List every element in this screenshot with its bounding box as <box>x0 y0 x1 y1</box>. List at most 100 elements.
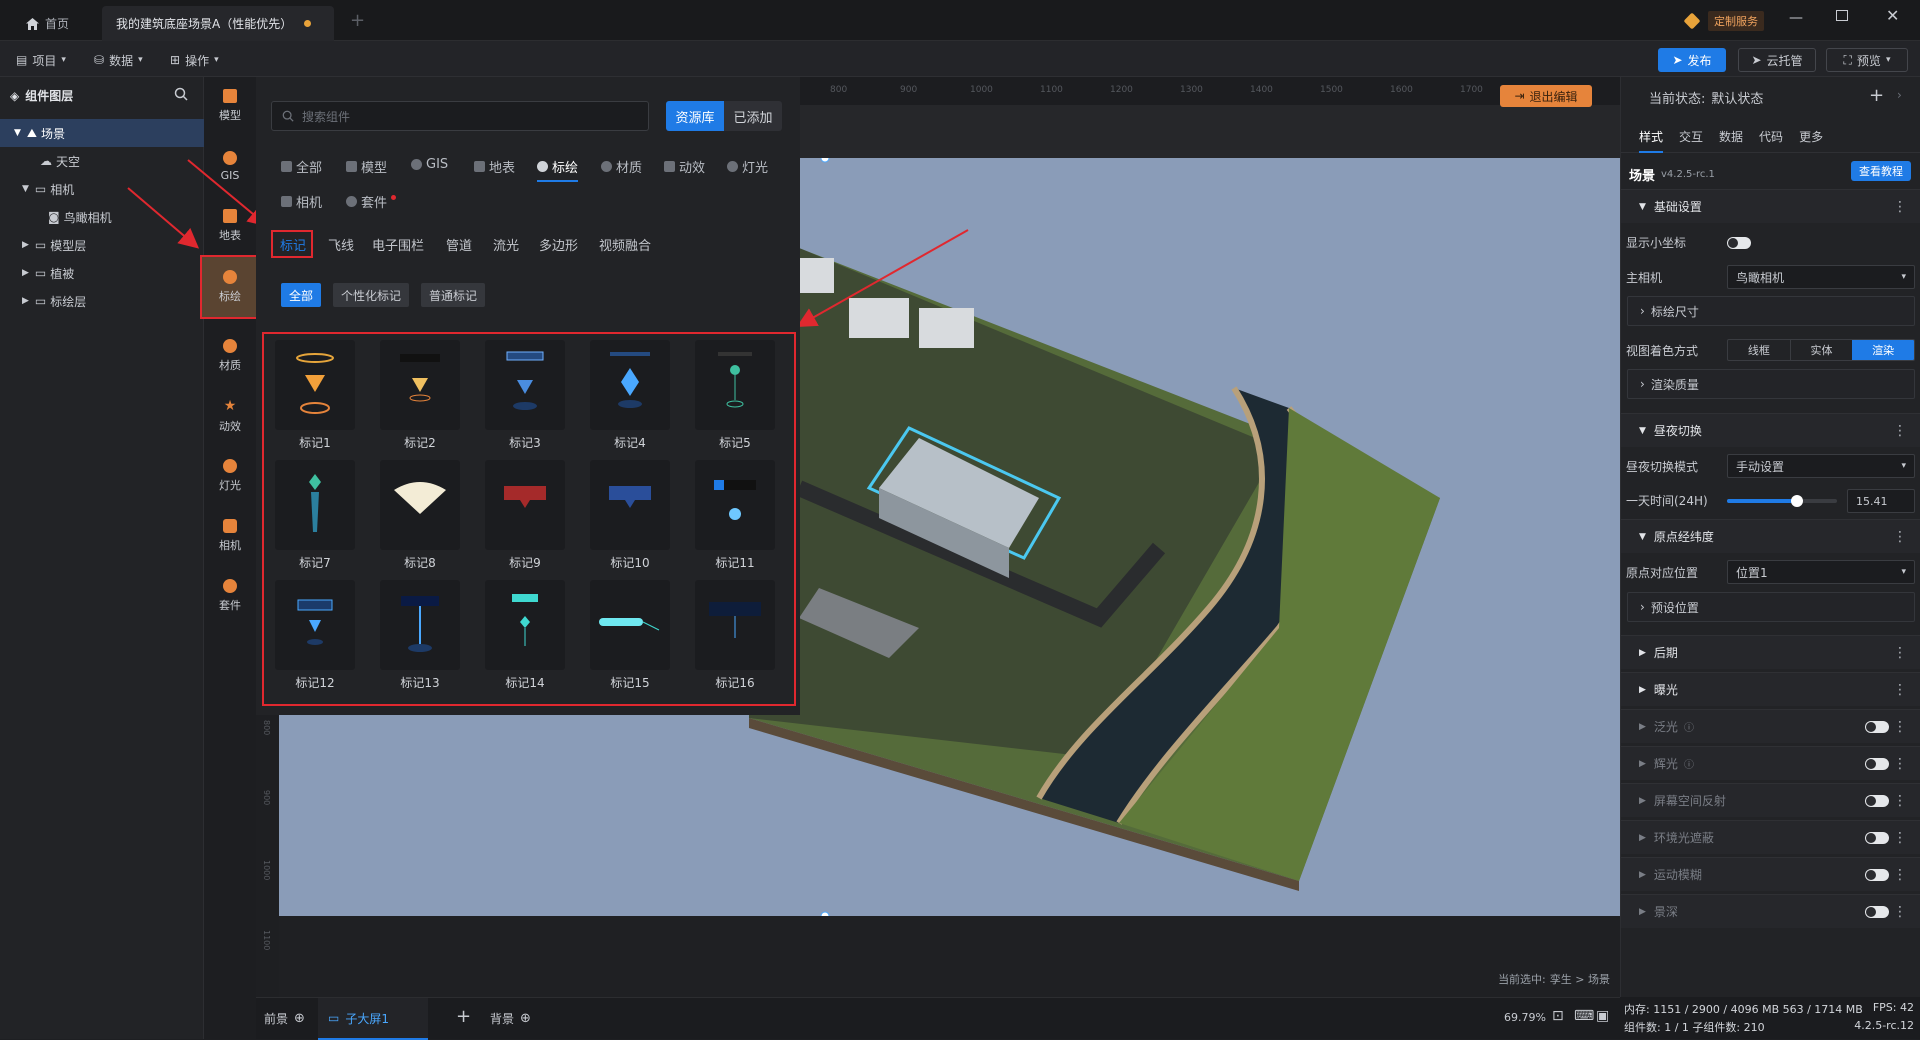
more-icon[interactable]: ⋮ <box>1893 645 1907 661</box>
marker-card[interactable]: 标记9 <box>480 460 570 576</box>
rail-effect[interactable]: ★ 动效 <box>204 387 256 445</box>
search-icon[interactable] <box>174 87 188 104</box>
rail-kit[interactable]: 套件 <box>204 567 256 625</box>
glow-toggle[interactable] <box>1865 758 1889 770</box>
zoom-level[interactable]: 69.79% <box>1504 1011 1546 1024</box>
shading-render[interactable]: 渲染 <box>1852 340 1914 360</box>
tree-item-model-layer[interactable]: ▶ ▭ 模型层 <box>0 231 204 259</box>
tab-back[interactable]: 背景 ⊕ <box>490 1010 531 1027</box>
section-ssr[interactable]: ▶ 屏幕空间反射 ⋮ <box>1621 783 1920 817</box>
menu-project[interactable]: ▤ 项目 ▾ <box>12 49 70 71</box>
main-camera-select[interactable]: 鸟瞰相机 ▾ <box>1727 265 1915 289</box>
subtab-fence[interactable]: 电子围栏 <box>372 235 424 254</box>
subtab-video-fusion[interactable]: 视频融合 <box>599 235 651 254</box>
chip-custom-marker[interactable]: 个性化标记 <box>333 283 410 307</box>
add-circle-icon[interactable]: ⊕ <box>520 1011 531 1026</box>
subtab-marker[interactable]: 标记 <box>280 235 306 254</box>
marker-card[interactable]: 标记12 <box>270 580 360 696</box>
chip-normal-marker[interactable]: 普通标记 <box>421 283 486 307</box>
ao-toggle[interactable] <box>1865 832 1889 844</box>
dof-toggle[interactable] <box>1865 906 1889 918</box>
ssr-toggle[interactable] <box>1865 795 1889 807</box>
subtab-polygon[interactable]: 多边形 <box>539 235 578 254</box>
marker-card[interactable]: 标记2 <box>375 340 465 456</box>
more-icon[interactable]: ⋮ <box>1893 867 1907 883</box>
category-material[interactable]: 材质 <box>601 157 642 176</box>
more-icon[interactable]: ⋮ <box>1893 830 1907 846</box>
tab-code[interactable]: 代码 <box>1759 128 1783 145</box>
marker-card[interactable]: 标记13 <box>375 580 465 696</box>
menu-data[interactable]: ⛁ 数据 ▾ <box>90 49 147 71</box>
add-state-icon[interactable]: + <box>1869 85 1884 106</box>
category-light[interactable]: 灯光 <box>727 157 768 176</box>
tab-data[interactable]: 数据 <box>1719 128 1743 145</box>
day-time-slider[interactable] <box>1727 495 1837 507</box>
category-model[interactable]: 模型 <box>346 157 387 176</box>
chip-all[interactable]: 全部 <box>281 283 322 307</box>
preview-button[interactable]: ⛶ 预览 ▾ <box>1826 48 1908 72</box>
subtab-pipe[interactable]: 管道 <box>446 235 472 254</box>
category-all[interactable]: 全部 <box>281 157 322 176</box>
section-post[interactable]: ▶ 后期 ⋮ <box>1621 635 1920 669</box>
more-icon[interactable]: ⋮ <box>1893 529 1907 545</box>
new-tab-icon[interactable]: + <box>350 10 365 31</box>
more-icon[interactable]: ⋮ <box>1893 793 1907 809</box>
section-dof[interactable]: ▶ 景深 ⋮ <box>1621 894 1920 928</box>
tree-item-vegetation[interactable]: ▶ ▭ 植被 <box>0 259 204 287</box>
close-icon[interactable]: ✕ <box>1886 6 1899 25</box>
category-camera[interactable]: 相机 <box>281 192 322 211</box>
rail-model[interactable]: 模型 <box>204 77 256 135</box>
tree-item-scene[interactable]: ▼ ⛰ 场景 <box>0 119 204 147</box>
section-basic[interactable]: ▼ 基础设置 ⋮ <box>1621 189 1920 223</box>
day-time-input[interactable]: 15.41 <box>1847 489 1915 513</box>
tree-item-plot-layer[interactable]: ▶ ▭ 标绘层 <box>0 287 204 315</box>
rail-material[interactable]: 材质 <box>204 327 256 385</box>
marker-card[interactable]: 标记14 <box>480 580 570 696</box>
restore-icon[interactable] <box>1836 10 1848 21</box>
origin-pos-select[interactable]: 位置1 ▾ <box>1727 560 1915 584</box>
category-gis[interactable]: GIS <box>411 157 448 172</box>
tab-more[interactable]: 更多 <box>1799 128 1823 145</box>
tree-item-aerial-camera[interactable]: ◙ 鸟瞰相机 <box>0 203 204 231</box>
marker-card[interactable]: 标记11 <box>690 460 780 576</box>
tutorial-button[interactable]: 查看教程 <box>1851 161 1911 181</box>
more-icon[interactable]: ⋮ <box>1893 199 1907 215</box>
marker-card[interactable]: 标记4 <box>585 340 675 456</box>
tab-library[interactable]: 资源库 <box>666 101 724 131</box>
tab-child-screen[interactable]: ▭ 子大屏1 <box>318 998 428 1040</box>
marker-card[interactable]: 标记8 <box>375 460 465 576</box>
more-icon[interactable]: ⋮ <box>1893 682 1907 698</box>
more-icon[interactable]: ⋮ <box>1893 423 1907 439</box>
marker-card[interactable]: 标记7 <box>270 460 360 576</box>
tab-home[interactable]: 首页 <box>12 6 83 41</box>
subtab-flow[interactable]: 流光 <box>493 235 519 254</box>
bloom-toggle[interactable] <box>1865 721 1889 733</box>
component-search[interactable]: 搜索组件 <box>271 101 649 131</box>
section-motion-blur[interactable]: ▶ 运动模糊 ⋮ <box>1621 857 1920 891</box>
tab-document[interactable]: 我的建筑底座场景A（性能优先） <box>102 6 334 41</box>
exit-edit-button[interactable]: ⇥ 退出编辑 <box>1500 85 1592 107</box>
marker-card[interactable]: 标记5 <box>690 340 780 456</box>
publish-button[interactable]: ➤ 发布 <box>1658 48 1726 72</box>
section-daynight[interactable]: ▼ 昼夜切换 ⋮ <box>1621 413 1920 447</box>
more-icon[interactable]: ⋮ <box>1893 756 1907 772</box>
chevron-right-icon[interactable]: › <box>1897 88 1902 102</box>
tab-added[interactable]: 已添加 <box>724 101 782 131</box>
shading-solid[interactable]: 实体 <box>1789 340 1853 360</box>
rail-camera[interactable]: 相机 <box>204 507 256 565</box>
show-axis-toggle[interactable] <box>1727 237 1751 249</box>
section-origin[interactable]: ▼ 原点经纬度 ⋮ <box>1621 519 1920 553</box>
motion-blur-toggle[interactable] <box>1865 869 1889 881</box>
more-icon[interactable]: ⋮ <box>1893 904 1907 920</box>
add-circle-icon[interactable]: ⊕ <box>294 1011 305 1026</box>
subtab-flyline[interactable]: 飞线 <box>328 235 354 254</box>
shading-wireframe[interactable]: 线框 <box>1728 340 1790 360</box>
marker-card[interactable]: 标记15 <box>585 580 675 696</box>
section-glow[interactable]: ▶ 辉光 ⓘ ⋮ <box>1621 746 1920 780</box>
category-plot[interactable]: 标绘 <box>537 157 579 182</box>
marker-card[interactable]: 标记3 <box>480 340 570 456</box>
more-icon[interactable]: ⋮ <box>1893 719 1907 735</box>
cloud-host-button[interactable]: ➤ 云托管 <box>1738 48 1816 72</box>
rail-plot[interactable]: 标绘 <box>200 255 260 319</box>
collapse-preset-pos[interactable]: › 预设位置 <box>1627 592 1915 622</box>
